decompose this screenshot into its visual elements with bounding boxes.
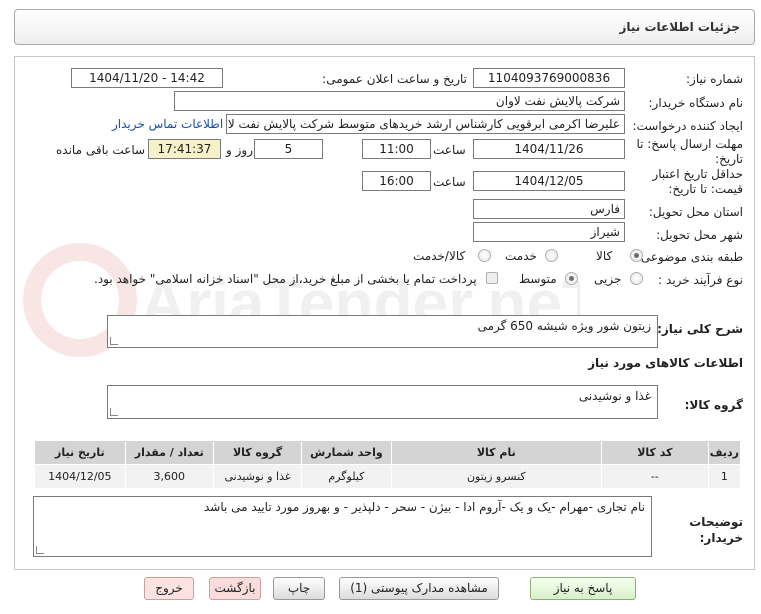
time-remaining-label: ساعت باقی مانده xyxy=(56,143,146,157)
buyer-org-label: نام دستگاه خریدار: xyxy=(648,96,744,110)
goods-group-text: غذا و نوشیدنی xyxy=(578,389,651,403)
process-label: نوع فرآیند خرید : xyxy=(658,273,743,287)
col-group: گروه کالا xyxy=(212,440,303,465)
deadline-date-field: 1404/11/26 xyxy=(473,139,625,159)
col-code: کد کالا xyxy=(601,440,709,465)
resize-grip-icon[interactable] xyxy=(110,408,118,416)
category-option-service: خدمت xyxy=(505,249,537,263)
validity-label-1: حداقل تاریخ اعتبار xyxy=(652,167,743,181)
col-name: نام کالا xyxy=(390,440,603,465)
announce-date-field: 1404/11/20 - 14:42 xyxy=(71,68,223,88)
process-radio-medium[interactable] xyxy=(565,272,578,285)
col-unit: واحد شمارش xyxy=(301,440,392,465)
category-radio-goods[interactable] xyxy=(630,249,643,262)
validity-label-2: قیمت: تا تاریخ: xyxy=(668,182,743,196)
category-label: طبقه بندی موضوعی: xyxy=(636,250,743,264)
days-remaining-field: 5 xyxy=(254,139,323,159)
cell-date: 1404/12/05 xyxy=(34,464,126,489)
province-label: استان محل تحویل: xyxy=(648,205,743,219)
page-title: جزئیات اطلاعات نیاز xyxy=(619,20,740,34)
deadline-time-label: ساعت xyxy=(433,143,466,157)
goods-section-title: اطلاعات کالاهای مورد نیاز xyxy=(588,356,743,370)
deadline-label-1: مهلت ارسال پاسخ: تا xyxy=(636,137,743,151)
category-radio-both[interactable] xyxy=(478,249,491,262)
deadline-label-2: تاریخ: xyxy=(715,152,743,166)
table-header-row: ردیف کد کالا نام کالا واحد شمارش گروه کا… xyxy=(34,440,742,465)
treasury-note: پرداخت تمام یا بخشی از مبلغ خرید،از محل … xyxy=(94,272,477,286)
buyer-notes-label-2: خریدار: xyxy=(699,531,743,545)
category-option-goods: کالا xyxy=(596,249,613,263)
city-label: شهر محل تحویل: xyxy=(656,228,743,242)
buyer-notes-textarea: نام تجاری -مهرام -یک و یک -آروم ادا - بی… xyxy=(33,496,652,557)
need-number-label: شماره نیاز: xyxy=(686,72,743,86)
summary-label: شرح کلی نیاز: xyxy=(657,322,743,336)
buyer-notes-label-1: توضیحات xyxy=(689,515,743,529)
cell-code: -- xyxy=(601,464,709,489)
cell-name: کنسرو زیتون xyxy=(390,464,603,489)
validity-date-field: 1404/12/05 xyxy=(473,171,625,191)
resize-grip-icon[interactable] xyxy=(36,546,44,554)
exit-button[interactable]: خروج xyxy=(144,577,194,600)
col-date: تاریخ نیاز xyxy=(34,440,126,465)
time-remaining-field: 17:41:37 xyxy=(148,139,221,159)
category-radio-service[interactable] xyxy=(545,249,558,262)
col-quantity: تعداد / مقدار xyxy=(124,440,214,465)
category-option-both: کالا/خدمت xyxy=(413,249,466,263)
summary-text: زیتون شور ویژه شیشه 650 گرمی xyxy=(477,319,651,333)
deadline-time-field: 11:00 xyxy=(362,139,431,159)
view-attachments-button[interactable]: مشاهده مدارک پیوستی (1) xyxy=(339,577,499,600)
col-row: ردیف xyxy=(707,440,742,465)
buyer-contact-link[interactable]: اطلاعات تماس خریدار xyxy=(112,117,223,131)
treasury-checkbox[interactable] xyxy=(486,272,498,284)
need-number-field: 1104093769000836 xyxy=(473,68,625,88)
cell-quantity: 3,600 xyxy=(124,464,214,489)
buyer-notes-text: نام تجاری -مهرام -یک و یک -آروم ادا - بی… xyxy=(204,500,645,514)
cell-unit: کیلوگرم xyxy=(301,464,392,489)
cell-row: 1 xyxy=(707,464,742,489)
creator-label: ایجاد کننده درخواست: xyxy=(632,119,743,133)
goods-group-label: گروه کالا: xyxy=(684,398,743,412)
summary-textarea: زیتون شور ویژه شیشه 650 گرمی xyxy=(107,315,658,348)
goods-group-textarea: غذا و نوشیدنی xyxy=(107,385,658,419)
cell-group: غذا و نوشیدنی xyxy=(212,464,303,489)
page-header: جزئیات اطلاعات نیاز xyxy=(14,9,755,45)
buyer-org-field: شرکت پالایش نفت لاوان xyxy=(174,91,625,111)
creator-field: علیرضا اکرمی ابرقویی کارشناس ارشد خریدها… xyxy=(226,114,625,134)
resize-grip-icon[interactable] xyxy=(110,337,118,345)
process-option-medium: متوسط xyxy=(519,272,557,286)
reply-button[interactable]: پاسخ به نیاز xyxy=(530,577,636,600)
validity-time-label: ساعت xyxy=(433,175,466,189)
validity-time-field: 16:00 xyxy=(362,171,431,191)
city-field: شیراز xyxy=(473,222,625,242)
items-table: ردیف کد کالا نام کالا واحد شمارش گروه کا… xyxy=(34,440,742,489)
process-radio-minor[interactable] xyxy=(630,272,643,285)
back-button[interactable]: بازگشت xyxy=(209,577,261,600)
table-row: 1 -- کنسرو زیتون کیلوگرم غذا و نوشیدنی 3… xyxy=(34,464,742,489)
province-field: فارس xyxy=(473,199,625,219)
process-option-minor: جزیی xyxy=(594,272,622,286)
print-button[interactable]: چاپ xyxy=(273,577,325,600)
announce-date-label: تاریخ و ساعت اعلان عمومی: xyxy=(322,72,467,86)
days-label: روز و xyxy=(226,143,253,157)
